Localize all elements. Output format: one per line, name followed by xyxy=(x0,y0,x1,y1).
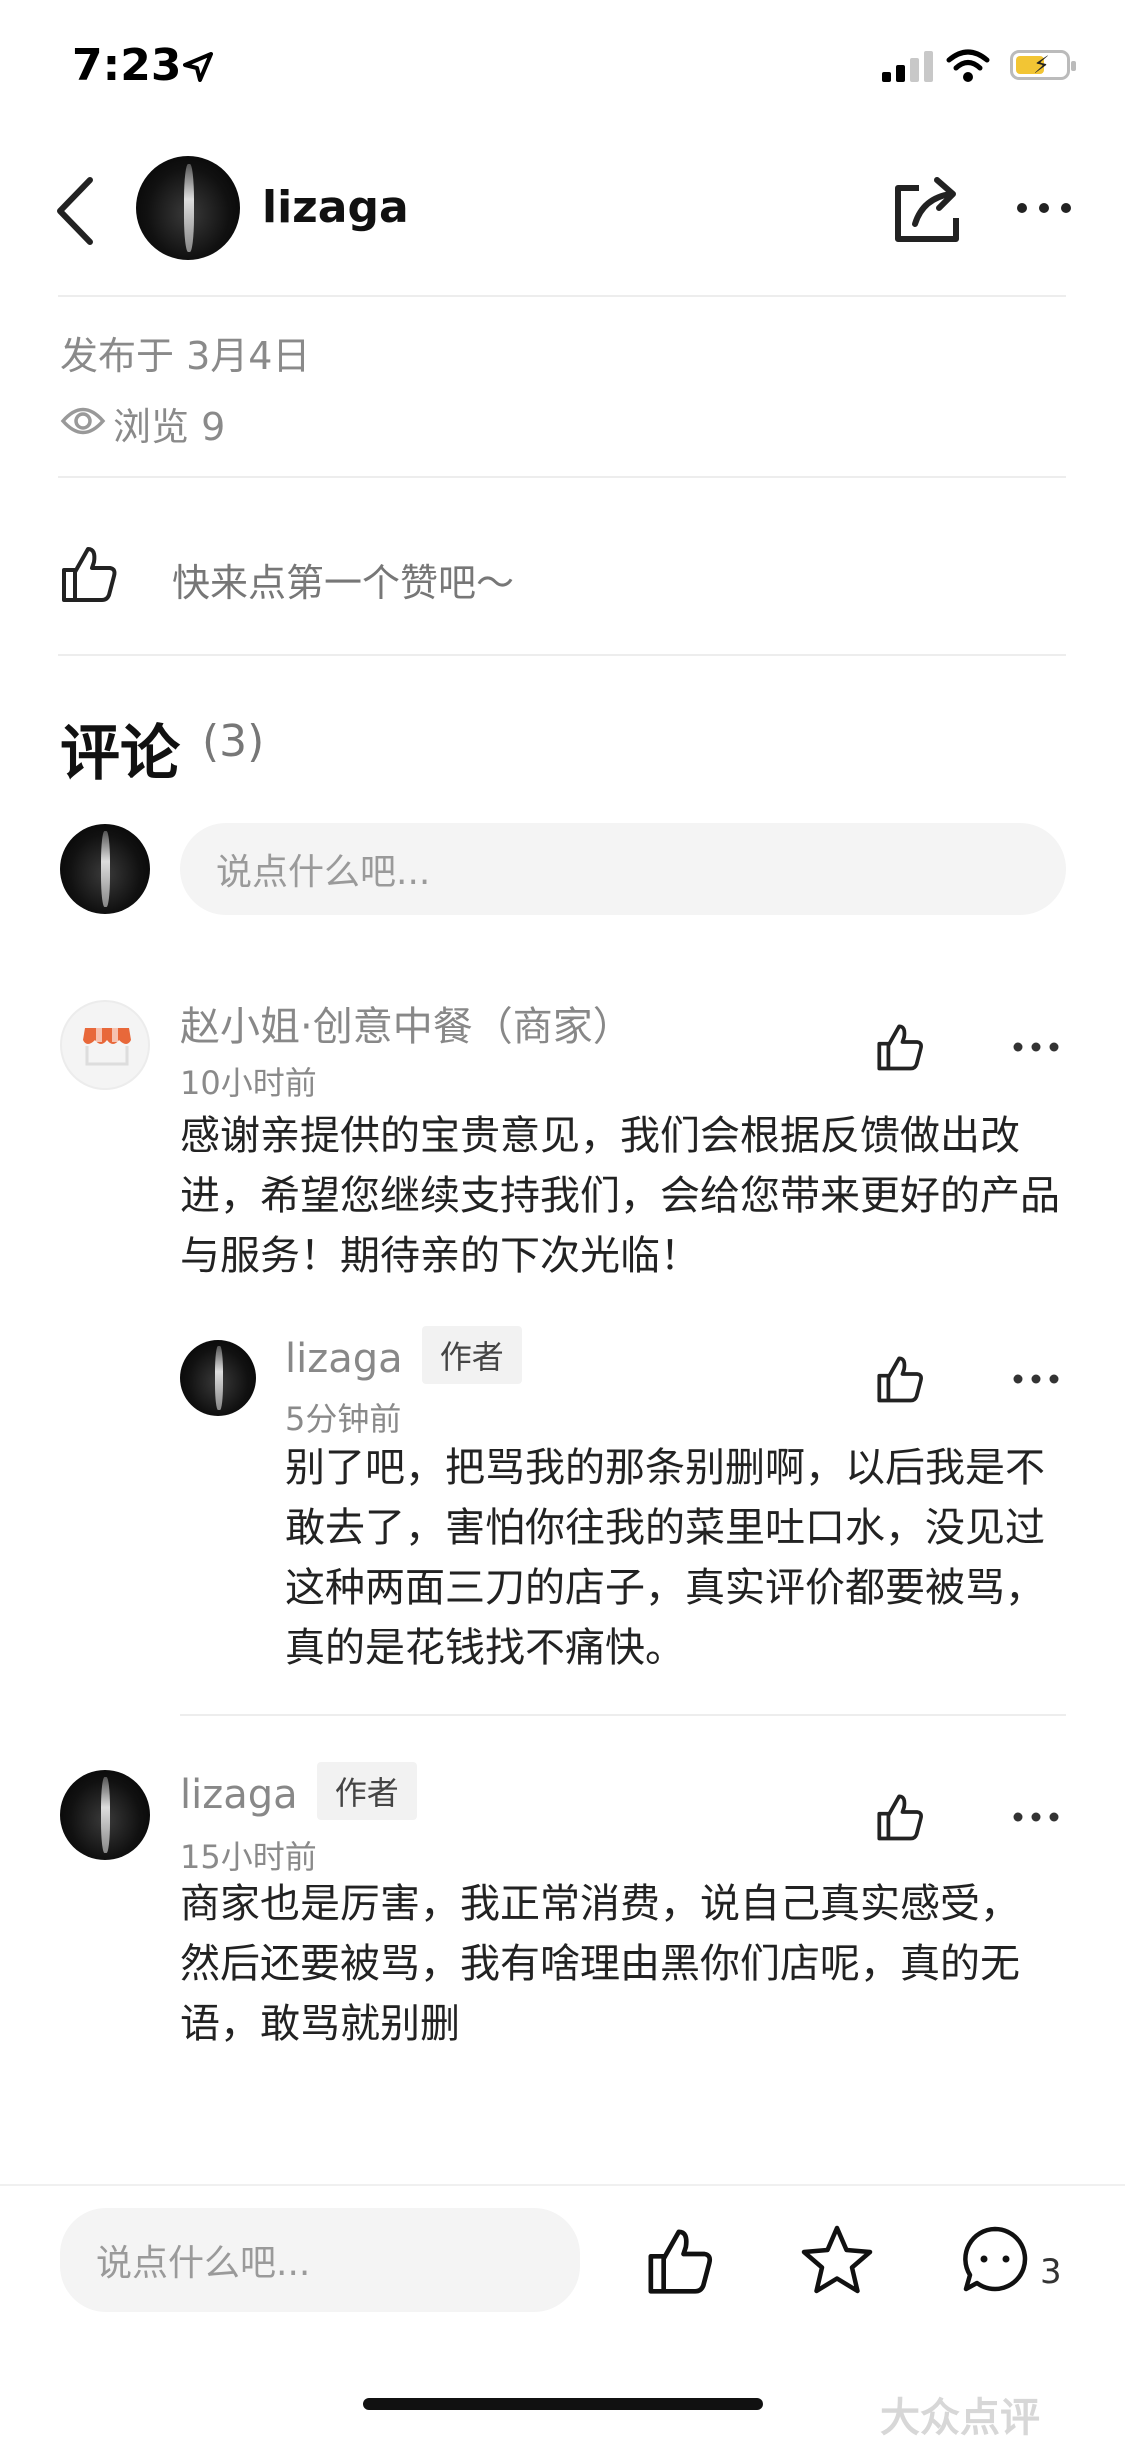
watermark: 大众点评 xyxy=(880,2395,1040,2441)
reply-more-icon[interactable] xyxy=(1012,1372,1060,1386)
comment-author-name[interactable]: lizaga xyxy=(180,1772,298,1818)
comments-count: (3) xyxy=(202,716,265,767)
my-avatar xyxy=(60,824,150,914)
comment-more-icon[interactable] xyxy=(1012,1810,1060,1824)
view-count: 浏览 9 xyxy=(113,405,226,449)
battery-icon: ⚡ xyxy=(1010,50,1076,80)
header-username[interactable]: lizaga xyxy=(262,182,409,233)
comment-bubble-icon[interactable] xyxy=(960,2224,1030,2294)
share-icon[interactable] xyxy=(893,174,961,244)
comment-more-icon[interactable] xyxy=(1012,1040,1060,1054)
comment-count: 3 xyxy=(1040,2252,1062,2292)
comment-like-icon[interactable] xyxy=(876,1792,924,1842)
bottom-comment-input[interactable]: 说点什么吧... xyxy=(60,2208,580,2312)
reply-avatar[interactable] xyxy=(180,1340,256,1416)
back-arrow-icon[interactable] xyxy=(52,176,96,246)
bottom-like-icon[interactable] xyxy=(646,2226,714,2296)
comment-text: 商家也是厉害，我正常消费，说自己真实感受，然后还要被骂，我有啥理由黑你们店呢，真… xyxy=(180,1881,1020,2047)
home-indicator[interactable] xyxy=(363,2398,763,2410)
eye-icon xyxy=(60,407,106,435)
like-divider xyxy=(58,654,1066,656)
location-arrow-icon xyxy=(183,52,213,82)
reply-header: lizaga 作者 xyxy=(285,1326,522,1384)
reply-like-icon[interactable] xyxy=(876,1354,924,1404)
comments-title: 评论 xyxy=(60,719,180,789)
comment-input-placeholder: 说点什么吧... xyxy=(216,852,431,893)
bottom-input-placeholder: 说点什么吧... xyxy=(96,2243,311,2284)
favorite-star-icon[interactable] xyxy=(800,2224,874,2296)
comment-time: 15小时前 xyxy=(180,1838,317,1876)
author-tag: 作者 xyxy=(316,1762,417,1820)
status-time: 7:23 xyxy=(72,40,182,91)
comment-like-icon[interactable] xyxy=(876,1022,924,1072)
author-avatar[interactable] xyxy=(136,156,240,260)
wifi-icon xyxy=(946,49,990,82)
more-options-icon[interactable] xyxy=(1014,200,1074,216)
shop-awning-icon xyxy=(83,1028,131,1066)
author-tag: 作者 xyxy=(421,1326,522,1384)
comment-avatar[interactable] xyxy=(60,1770,150,1860)
comment-header: lizaga 作者 xyxy=(180,1762,417,1820)
comment-time: 10小时前 xyxy=(180,1064,317,1102)
merchant-avatar[interactable] xyxy=(60,1000,150,1090)
header-divider xyxy=(58,295,1066,297)
comment-text: 感谢亲提供的宝贵意见，我们会根据反馈做出改进，希望您继续支持我们，会给您带来更好… xyxy=(180,1113,1060,1279)
publish-date: 发布于 3月4日 xyxy=(60,334,311,378)
comment-input[interactable]: 说点什么吧... xyxy=(180,823,1066,915)
like-prompt: 快来点第一个赞吧～ xyxy=(172,561,515,605)
reply-text: 别了吧，把骂我的那条别删啊，以后我是不敢去了，害怕你往我的菜里吐口水，没见过这种… xyxy=(285,1445,1045,1671)
reply-time: 5分钟前 xyxy=(285,1400,402,1438)
cellular-signal-icon xyxy=(882,51,933,82)
thumbs-up-icon[interactable] xyxy=(60,544,118,604)
comment-author-name[interactable]: 赵小姐·创意中餐（商家） xyxy=(180,994,633,1052)
reply-author-name[interactable]: lizaga xyxy=(285,1336,403,1382)
comment-divider xyxy=(180,1714,1066,1716)
info-divider xyxy=(58,476,1066,478)
